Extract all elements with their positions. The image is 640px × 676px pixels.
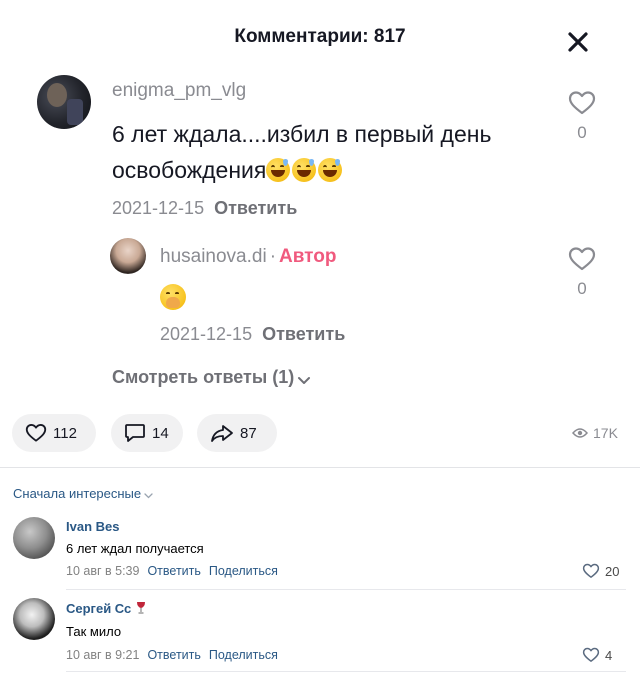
views-count: 17K xyxy=(593,425,618,441)
comment-meta: 10 авг в 9:21 Ответить Поделиться xyxy=(66,648,278,662)
section-divider xyxy=(0,467,640,468)
comment-divider xyxy=(66,589,626,590)
share-button[interactable]: Поделиться xyxy=(209,648,278,662)
like-action-button[interactable]: 112 xyxy=(12,414,96,452)
eye-icon xyxy=(572,428,588,438)
like-count: 4 xyxy=(605,647,613,663)
comment-text: 6 лет ждала....избил в первый день освоб… xyxy=(112,116,562,188)
like-count: 112 xyxy=(53,424,77,442)
reply-like-count: 0 xyxy=(577,279,587,298)
views-counter: 17K xyxy=(572,425,618,441)
grinning-sweat-emoji-icon xyxy=(318,158,343,182)
heart-icon xyxy=(568,247,596,271)
sort-label: Сначала интересные xyxy=(13,486,142,501)
chevron-down-icon xyxy=(298,377,311,384)
grinning-sweat-emoji-icon xyxy=(266,158,291,182)
commenter-name-row: Сергей Сс xyxy=(66,601,146,616)
reply-date: 2021-12-15 xyxy=(160,324,253,344)
comment-date: 2021-12-15 xyxy=(112,198,205,218)
reply-username-row: husainova.di · Автор xyxy=(160,246,336,268)
hand-over-mouth-emoji-icon xyxy=(160,284,186,310)
sort-dropdown[interactable]: Сначала интересные xyxy=(13,486,153,501)
page-title: Комментарии: 817 xyxy=(234,26,406,47)
heart-icon xyxy=(568,91,596,115)
grinning-sweat-emoji-icon xyxy=(292,158,317,182)
comment-date: 10 авг в 9:21 xyxy=(66,648,140,662)
heart-icon xyxy=(582,563,600,578)
comment-text-line2: освобождения xyxy=(112,157,267,183)
reply-button[interactable]: Ответить xyxy=(262,324,345,344)
comment-date: 10 авг в 5:39 xyxy=(66,564,140,578)
comment-bubble-icon xyxy=(125,424,145,442)
comments-header: Комментарии: 817 xyxy=(0,0,640,78)
share-action-button[interactable]: 87 xyxy=(197,414,277,452)
avatar[interactable] xyxy=(37,75,91,129)
reply-button[interactable]: Ответить xyxy=(214,198,297,218)
comment-action-button[interactable]: 14 xyxy=(111,414,183,452)
reply-username[interactable]: husainova.di xyxy=(160,246,267,267)
view-replies-link[interactable]: Смотреть ответы (1) xyxy=(112,367,311,388)
view-replies-label: Смотреть ответы (1) xyxy=(112,367,295,387)
close-icon[interactable] xyxy=(564,28,592,56)
avatar[interactable] xyxy=(13,598,55,640)
comment-meta: 2021-12-15 Ответить xyxy=(112,198,297,219)
comment-like-count: 0 xyxy=(577,123,587,142)
author-badge: Автор xyxy=(279,246,337,267)
reply-meta: 2021-12-15 Ответить xyxy=(160,324,345,345)
avatar[interactable] xyxy=(110,238,146,274)
commenter-name[interactable]: Ivan Bes xyxy=(66,519,119,534)
comment-divider xyxy=(66,671,626,672)
like-count: 20 xyxy=(605,563,620,579)
comment-like-button[interactable]: 4 xyxy=(582,647,612,663)
comment-text: 6 лет ждал получается xyxy=(66,541,204,556)
comment-text-line1: 6 лет ждала....избил в первый день xyxy=(112,121,492,147)
reply-like-button[interactable]: 0 xyxy=(567,246,597,299)
comment-username[interactable]: enigma_pm_vlg xyxy=(112,80,246,102)
share-count: 87 xyxy=(240,424,257,442)
commenter-name[interactable]: Сергей Сс xyxy=(66,601,131,616)
heart-icon xyxy=(582,647,600,662)
comment-like-button[interactable]: 0 xyxy=(567,90,597,143)
share-arrow-icon xyxy=(211,425,233,442)
heart-icon xyxy=(25,424,47,442)
reply-button[interactable]: Ответить xyxy=(147,648,200,662)
comment-meta: 10 авг в 5:39 Ответить Поделиться xyxy=(66,564,278,578)
comment-like-button[interactable]: 20 xyxy=(582,563,619,579)
comment-count: 14 xyxy=(152,424,169,442)
reply-button[interactable]: Ответить xyxy=(147,564,200,578)
wine-glass-icon xyxy=(137,602,146,614)
chevron-down-icon xyxy=(144,493,153,499)
share-button[interactable]: Поделиться xyxy=(209,564,278,578)
avatar[interactable] xyxy=(13,517,55,559)
separator-dot: · xyxy=(269,246,277,267)
comment-text: Так мило xyxy=(66,624,122,639)
